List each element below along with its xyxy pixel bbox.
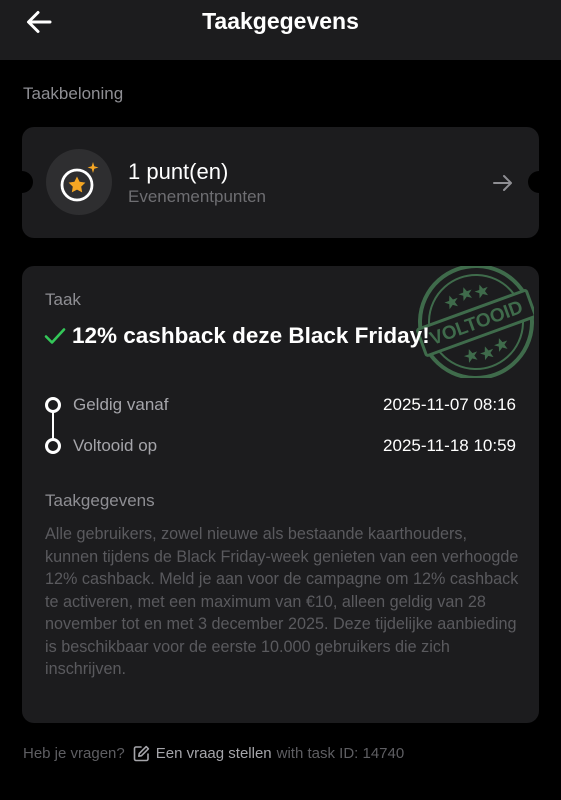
valid-from-value: 2025-11-07 08:16 <box>383 395 516 414</box>
details-label: Taakgegevens <box>45 491 155 510</box>
ask-question-link[interactable]: Een vraag stellen <box>133 745 277 762</box>
task-title: 12% cashback deze Black Friday! <box>72 323 430 348</box>
timeline-dot <box>45 438 61 454</box>
reward-type: Evenementpunten <box>128 187 266 206</box>
top-bar: Taakgegevens <box>0 0 561 60</box>
task-label: Taak <box>45 290 81 309</box>
check-icon <box>44 328 66 344</box>
reward-section-label: Taakbeloning <box>23 84 124 103</box>
task-card: Taak VOLTOOID 12% cashback deze Black Fr… <box>22 266 539 723</box>
reward-card[interactable]: 1 punt(en) Evenementpunten <box>22 127 539 238</box>
arrow-right-icon <box>493 175 512 191</box>
completed-stamp: VOLTOOID <box>416 266 534 378</box>
valid-from-label: Geldig vanaf <box>73 395 169 414</box>
ticket-notch-right <box>528 171 539 193</box>
footer-help: Heb je vragen? Een vraag stellen with ta… <box>23 745 404 762</box>
timeline-dot <box>45 397 61 413</box>
completed-on-value: 2025-11-18 10:59 <box>383 436 516 455</box>
ask-question-label: Een vraag stellen <box>155 745 272 762</box>
page-title: Taakgegevens <box>202 8 359 34</box>
ticket-notch-left <box>22 171 33 193</box>
edit-icon <box>133 745 149 762</box>
details-text: Alle gebruikers, zowel nieuwe als bestaa… <box>45 525 519 678</box>
task-id-text: with task ID: 14740 <box>276 745 405 762</box>
task-title-row: 12% cashback deze Black Friday! <box>44 323 430 349</box>
reward-amount: 1 punt(en) <box>128 159 229 184</box>
question-text: Heb je vragen? <box>23 745 125 762</box>
reward-icon-badge <box>46 149 112 215</box>
star-coin-icon <box>60 162 99 202</box>
completed-on-label: Voltooid op <box>73 436 158 455</box>
